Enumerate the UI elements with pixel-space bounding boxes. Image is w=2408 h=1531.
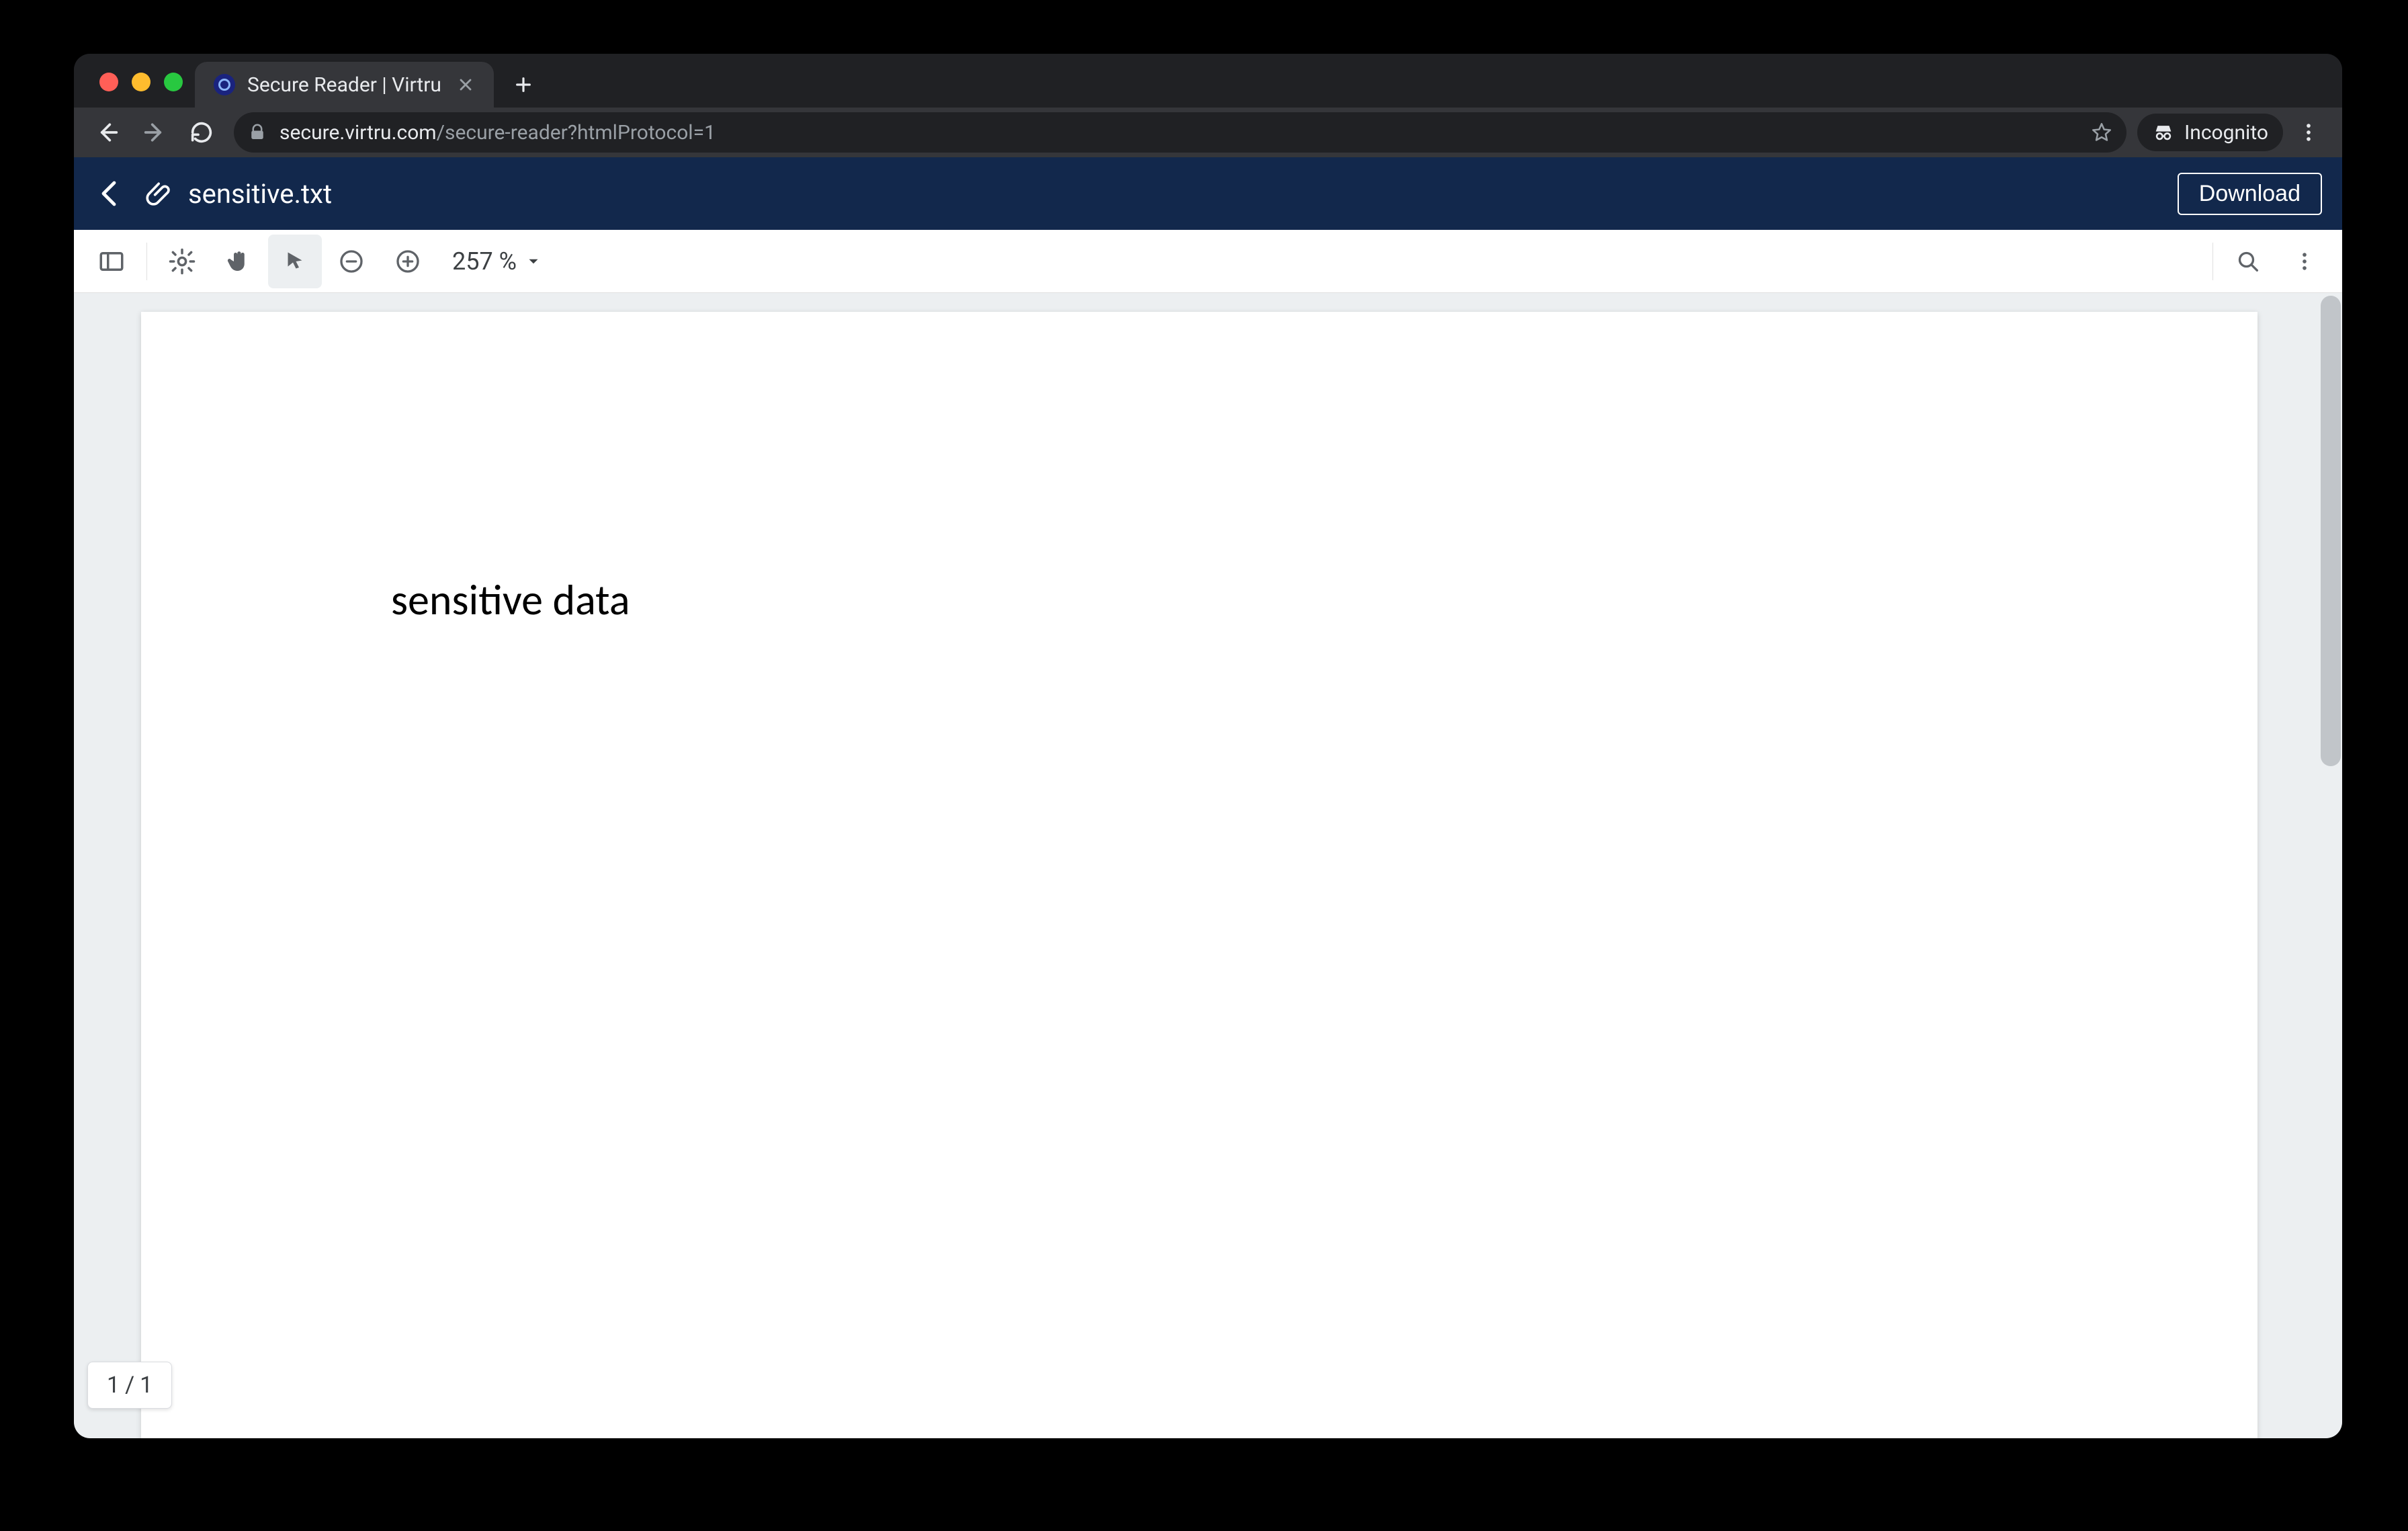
filename-label: sensitive.txt (188, 178, 332, 210)
tab-strip: Secure Reader | Virtru (74, 54, 2342, 108)
search-icon (2235, 248, 2262, 275)
zoom-dropdown[interactable]: 257 % (445, 243, 549, 280)
zoom-in-icon (394, 248, 421, 275)
tab-favicon (214, 74, 235, 95)
zoom-value: 257 % (452, 247, 517, 276)
page-counter: 1 / 1 (87, 1362, 172, 1409)
back-icon (94, 119, 121, 146)
page-current: 1 (107, 1372, 120, 1399)
forward-icon (141, 119, 168, 146)
star-icon[interactable] (2090, 121, 2113, 144)
paperclip-icon (144, 177, 176, 210)
reload-button[interactable] (180, 111, 223, 154)
more-vert-icon (2293, 250, 2316, 273)
viewer-more-button[interactable] (2278, 235, 2331, 288)
app-back-button[interactable] (89, 172, 132, 215)
zoom-out-button[interactable] (325, 235, 378, 288)
window-close-button[interactable] (99, 73, 118, 91)
nav-back-button[interactable] (86, 111, 129, 154)
reload-icon (188, 119, 215, 146)
cursor-icon (283, 249, 307, 274)
viewer-toolbar: 257 % (74, 230, 2342, 293)
browser-toolbar: secure.virtru.com/secure-reader?htmlProt… (74, 108, 2342, 157)
plus-icon (513, 74, 534, 95)
window-controls (90, 73, 195, 108)
tab-title: Secure Reader | Virtru (247, 73, 441, 97)
close-icon[interactable] (454, 73, 478, 97)
separator (146, 243, 147, 280)
settings-button[interactable] (155, 235, 209, 288)
incognito-indicator[interactable]: Incognito (2137, 114, 2283, 151)
address-bar[interactable]: secure.virtru.com/secure-reader?htmlProt… (234, 112, 2126, 153)
new-tab-button[interactable] (505, 66, 542, 104)
separator (2212, 243, 2213, 280)
browser-menu-button[interactable] (2287, 111, 2330, 154)
pan-tool-button[interactable] (212, 235, 265, 288)
nav-forward-button[interactable] (133, 111, 176, 154)
download-button[interactable]: Download (2178, 173, 2322, 215)
incognito-icon (2152, 121, 2175, 144)
kebab-icon (2297, 121, 2320, 144)
chevron-left-icon (94, 177, 126, 210)
app-header: sensitive.txt Download (74, 157, 2342, 230)
page-total: 1 (140, 1372, 153, 1399)
vertical-scrollbar[interactable] (2321, 296, 2341, 766)
url-host: secure.virtru.com (280, 121, 437, 144)
select-tool-button[interactable] (268, 235, 322, 288)
panel-toggle-icon (97, 247, 126, 276)
address-url: secure.virtru.com/secure-reader?htmlProt… (280, 121, 716, 144)
tab-active[interactable]: Secure Reader | Virtru (195, 62, 494, 108)
incognito-label: Incognito (2184, 121, 2268, 144)
browser-window: Secure Reader | Virtru (74, 54, 2342, 1438)
caret-down-icon (525, 253, 542, 270)
zoom-in-button[interactable] (381, 235, 435, 288)
zoom-out-icon (338, 248, 365, 275)
gear-icon (168, 247, 196, 276)
document-page[interactable]: sensitive data (141, 312, 2258, 1438)
window-minimize-button[interactable] (132, 73, 150, 91)
page-sep: / (125, 1372, 134, 1399)
viewer-body: sensitive data 1 / 1 (74, 293, 2342, 1438)
search-button[interactable] (2221, 235, 2275, 288)
document-text: sensitive data (141, 312, 2258, 626)
lock-icon (247, 122, 267, 142)
hand-icon (224, 247, 253, 276)
panel-toggle-button[interactable] (85, 235, 138, 288)
url-path: /secure-reader?htmlProtocol=1 (437, 121, 716, 144)
window-zoom-button[interactable] (164, 73, 183, 91)
